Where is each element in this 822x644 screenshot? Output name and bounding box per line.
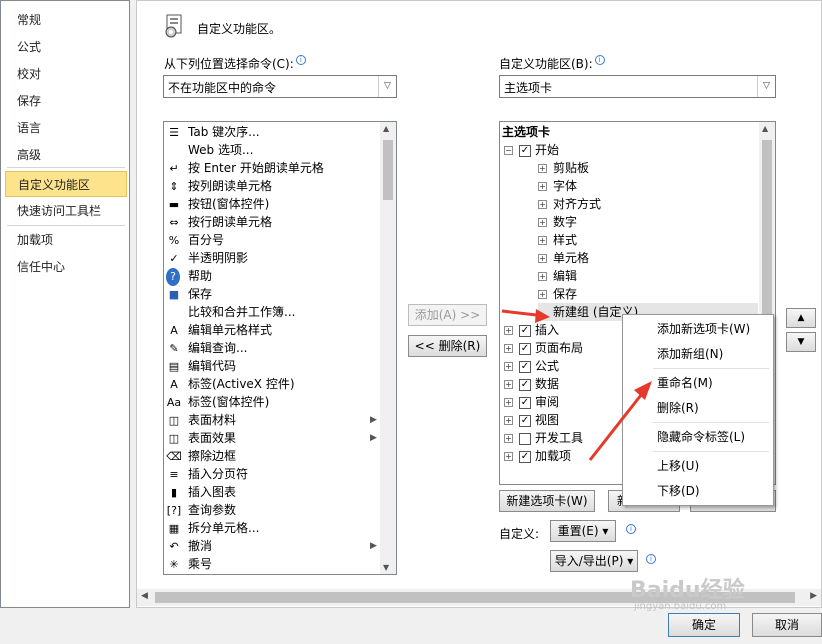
red-arrow-head-icon	[634, 381, 652, 400]
annotation-arrows	[501, 309, 652, 461]
watermark-url: jingyan.baidu.com	[634, 601, 727, 612]
watermark-logo: Baidu经验	[630, 578, 745, 603]
red-arrow-icon	[588, 389, 647, 461]
red-arrow-head-icon	[535, 309, 550, 323]
